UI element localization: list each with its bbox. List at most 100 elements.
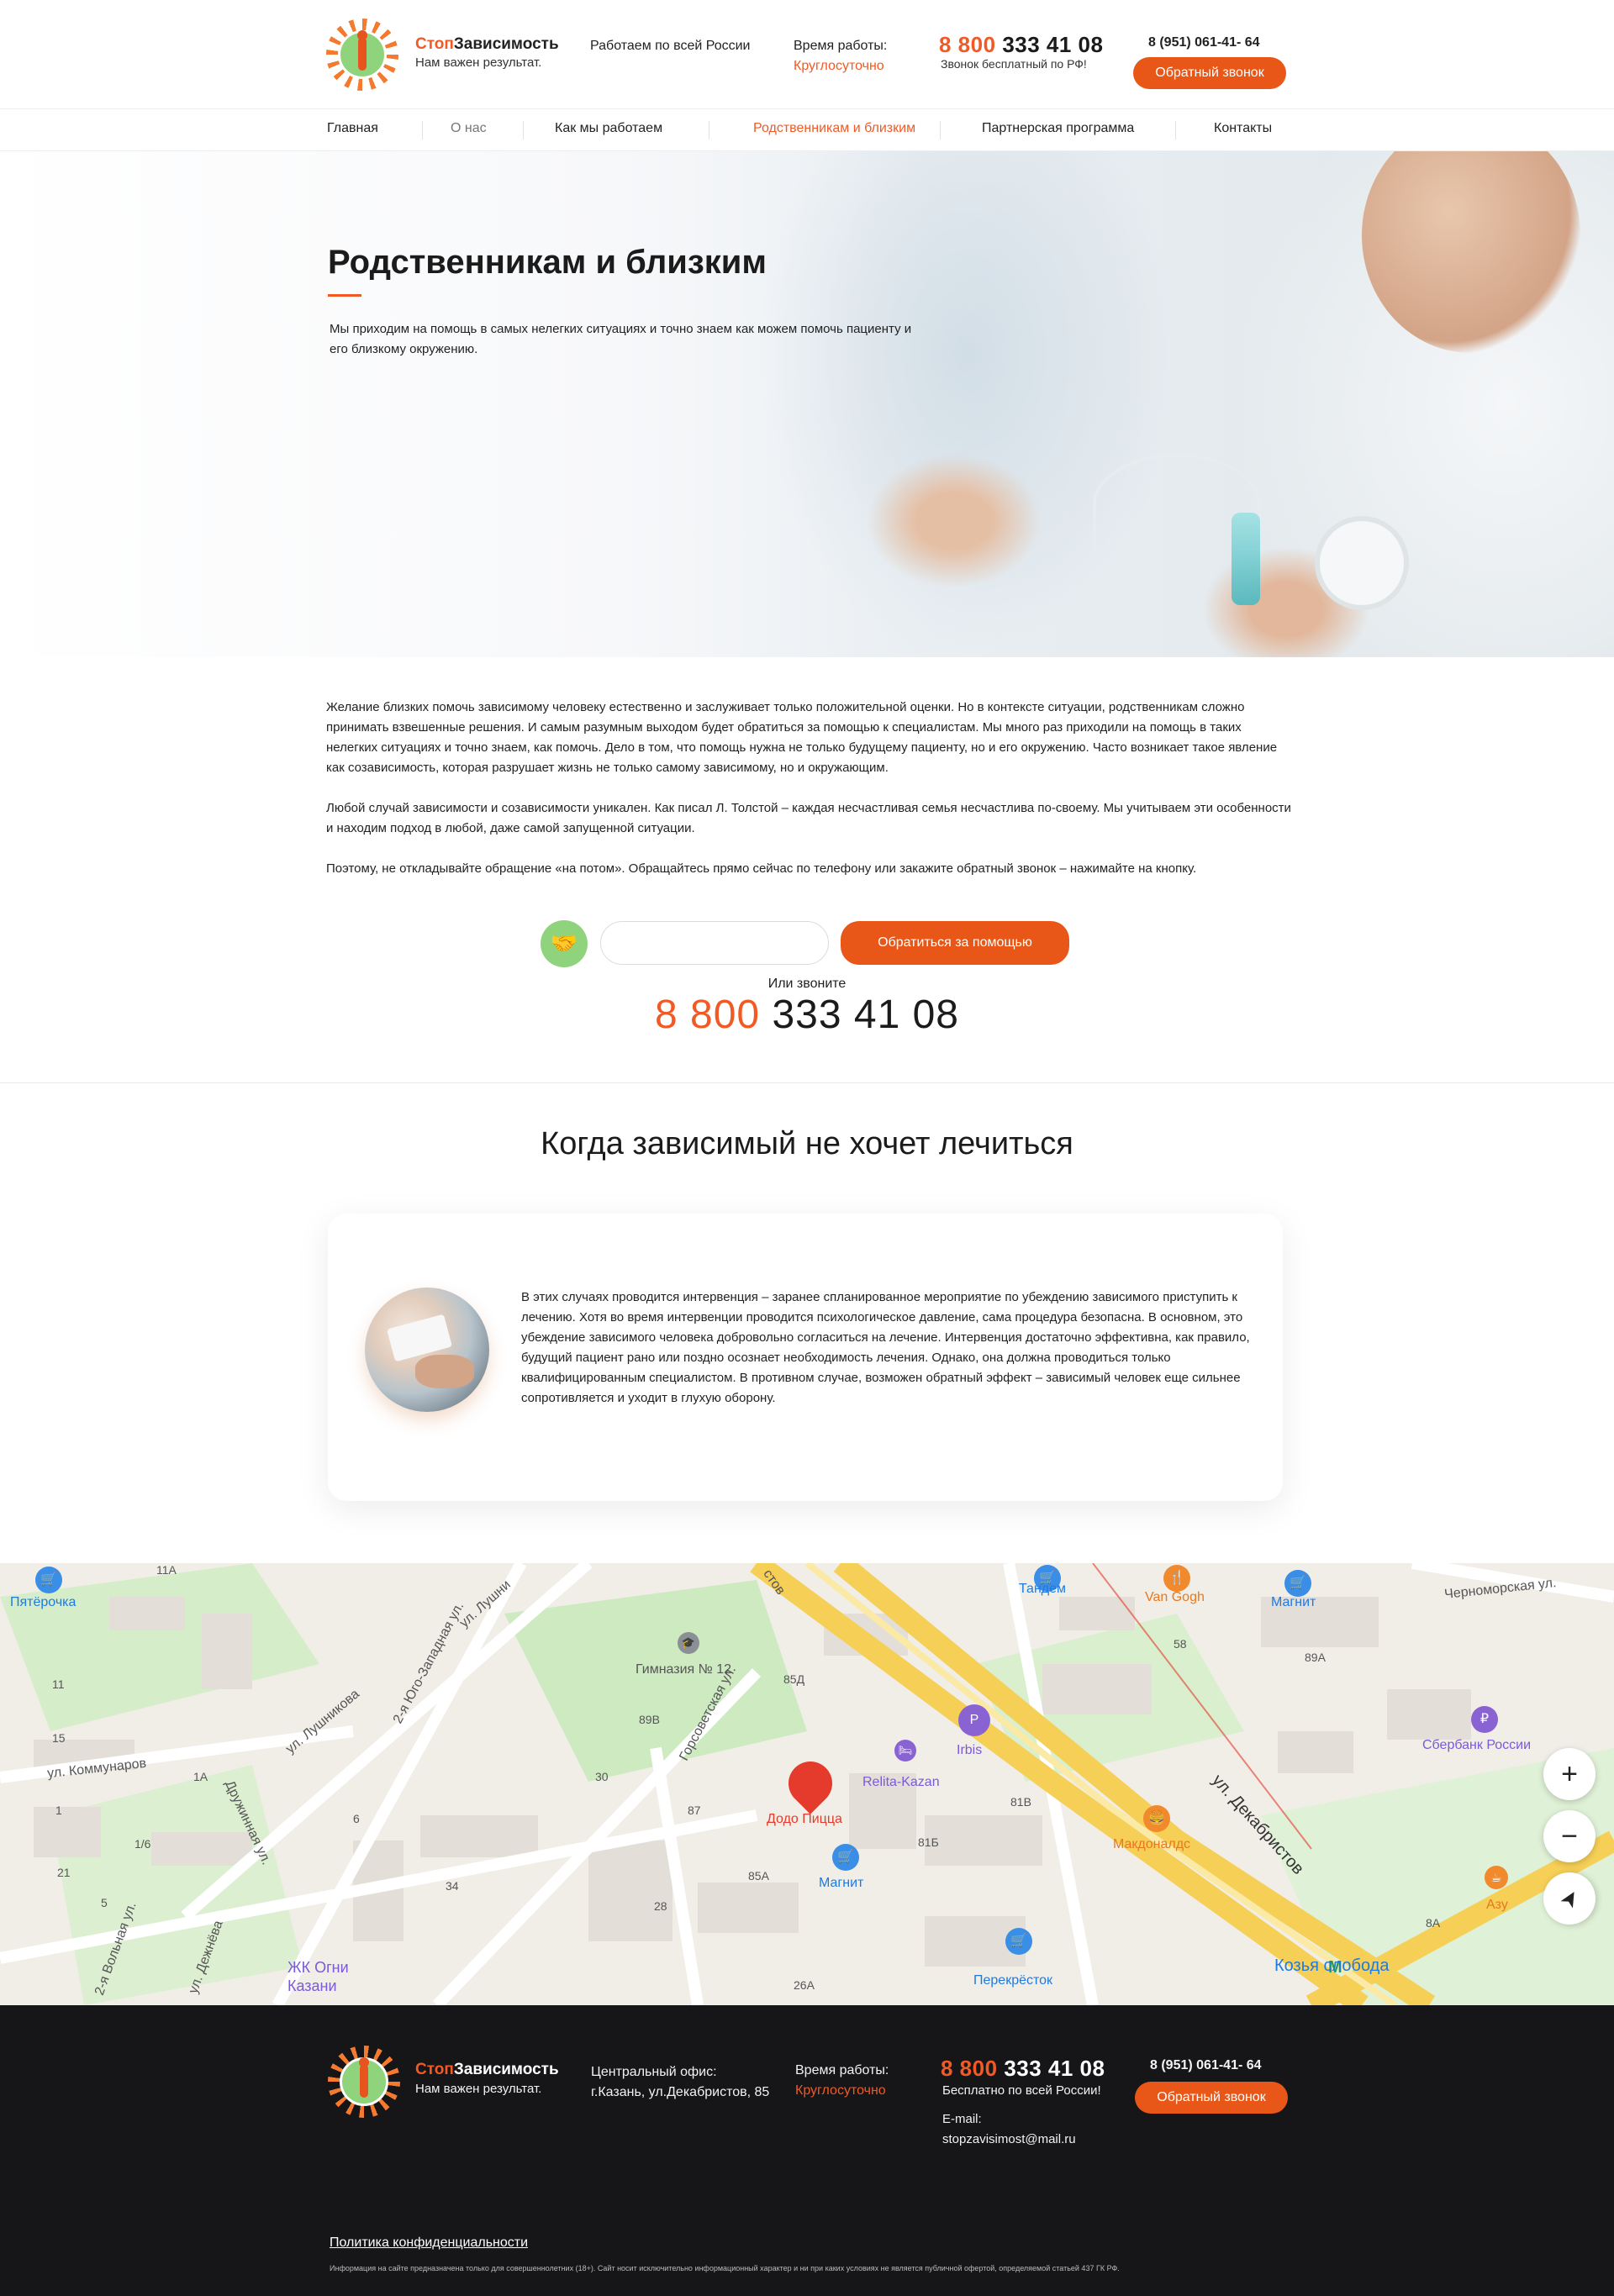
zoom-out-button[interactable]: −	[1543, 1810, 1596, 1862]
poi-kozya-sloboda[interactable]: Козья слобода	[1274, 1956, 1389, 1976]
footer-disclaimer: Информация на сайте предназначена только…	[330, 2264, 1120, 2272]
poi-vangogh[interactable]: Van Gogh	[1145, 1590, 1205, 1605]
poi-azu[interactable]: Азу	[1486, 1898, 1508, 1913]
footer-tagline: Нам важен результат.	[415, 2082, 542, 2096]
house-number: 26А	[794, 1978, 815, 1992]
house-number: 85А	[748, 1869, 769, 1883]
house-number: 28	[654, 1899, 667, 1913]
nav-item-partners[interactable]: Партнерская программа	[982, 121, 1134, 136]
hours-value: Круглосуточно	[794, 59, 884, 73]
nav-separator	[940, 121, 941, 140]
house-number: 81В	[1010, 1795, 1031, 1809]
house-number: 81Б	[918, 1835, 939, 1849]
nav-item-contacts[interactable]: Контакты	[1214, 121, 1272, 136]
nav-item-relatives[interactable]: Родственникам и близким	[753, 121, 915, 136]
basket-icon[interactable]: 🛒	[832, 1844, 859, 1871]
nav-separator	[523, 121, 524, 140]
poi-gymnasium[interactable]: Гимназия № 12	[636, 1662, 731, 1677]
email-link[interactable]: stopzavisimost@mail.ru	[942, 2130, 1076, 2150]
header-phone[interactable]: 8 800 333 41 08	[939, 32, 1103, 58]
footer-brand-name[interactable]: СтопЗависимость	[415, 2061, 559, 2079]
paragraph: Желание близких помочь зависимому челове…	[326, 700, 1278, 775]
main-nav: Главная О нас Как мы работаем Родственни…	[0, 109, 1614, 151]
brand-name[interactable]: СтопЗависимость	[415, 35, 559, 54]
nav-separator	[422, 121, 423, 140]
big-phone-number[interactable]: 8 800 333 41 08	[0, 992, 1614, 1038]
footer-phone[interactable]: 8 800 333 41 08	[941, 2056, 1105, 2082]
hero-banner	[0, 151, 1614, 657]
nav-separator	[1175, 121, 1176, 140]
poi-magnit-2[interactable]: Магнит	[819, 1876, 863, 1891]
burger-icon[interactable]: 🍔	[1143, 1805, 1170, 1832]
house-number: 11А	[156, 1563, 177, 1577]
paragraph: Поэтому, не откладывайте обращение «на п…	[326, 861, 1197, 876]
section-divider	[0, 1082, 1614, 1083]
title-underline	[328, 294, 361, 297]
basket-icon[interactable]: 🛒	[35, 1567, 62, 1593]
poi-dodo[interactable]: Додо Пицца	[767, 1812, 842, 1827]
card-text: В этих случаях проводится интервенция – …	[521, 1290, 1250, 1405]
school-icon[interactable]: 🎓	[678, 1632, 699, 1654]
house-number: 1	[55, 1804, 62, 1817]
map[interactable]: ул. Коммунаров ул. Лушникова 2-я Юго-Зап…	[0, 1563, 1614, 2005]
parking-icon[interactable]: P	[958, 1704, 990, 1736]
house-number: 30	[595, 1770, 609, 1783]
bed-icon[interactable]: 🛏	[894, 1740, 916, 1761]
site-header: СтопЗависимость Нам важен результат. Раб…	[0, 0, 1614, 109]
nav-item-about[interactable]: О нас	[451, 121, 487, 136]
privacy-policy-link[interactable]: Политика конфиденциальности	[330, 2235, 528, 2251]
nav-item-how-we-work[interactable]: Как мы работаем	[555, 121, 662, 136]
house-number: 6	[353, 1812, 360, 1825]
poi-sberbank[interactable]: Сбербанк России	[1422, 1738, 1531, 1753]
poi-perekrestok[interactable]: Перекрёсток	[973, 1973, 1052, 1988]
cafe-icon[interactable]: ☕	[1485, 1866, 1508, 1889]
poi-zhk[interactable]: ЖК Огни Казани	[287, 1958, 372, 1995]
house-number: 21	[57, 1866, 71, 1879]
basket-icon[interactable]: 🛒	[1005, 1928, 1032, 1955]
house-number: 34	[446, 1879, 459, 1893]
poi-pyaterochka[interactable]: Пятёрочка	[10, 1595, 76, 1610]
region-text: Работаем по всей России	[590, 39, 751, 53]
house-number: 8А	[1426, 1916, 1441, 1930]
footer-callback-button[interactable]: Обратный звонок	[1135, 2082, 1288, 2114]
poi-irbis[interactable]: Irbis	[957, 1743, 982, 1758]
office-address: г.Казань, ул.Декабристов, 85	[591, 2085, 770, 2099]
brand-tagline: Нам важен результат.	[415, 55, 542, 70]
poi-mcdonalds[interactable]: Макдоналдс	[1113, 1837, 1190, 1852]
house-number: 5	[101, 1896, 108, 1909]
handshake-icon: 🤝	[541, 920, 588, 967]
phone-note: Звонок бесплатный по РФ!	[941, 57, 1087, 71]
house-number: 1/6	[134, 1837, 151, 1851]
office-label: Центральный офис:	[591, 2065, 717, 2079]
house-number: 1А	[193, 1770, 208, 1783]
request-help-button[interactable]: Обратиться за помощью	[841, 921, 1069, 965]
email-label: E-mail:	[942, 2112, 982, 2126]
house-number: 58	[1174, 1637, 1187, 1651]
callback-button[interactable]: Обратный звонок	[1133, 57, 1286, 89]
secondary-phone[interactable]: 8 (951) 061-41- 64	[1148, 32, 1260, 54]
house-number: 85Д	[783, 1672, 805, 1686]
phone-input[interactable]	[600, 921, 829, 965]
bank-icon[interactable]: ₽	[1471, 1706, 1498, 1733]
hours-label: Время работы:	[794, 39, 888, 53]
house-number: 89В	[639, 1713, 660, 1726]
footer-hours-value: Круглосуточно	[795, 2083, 886, 2098]
house-number: 11	[52, 1677, 65, 1691]
section-title: Когда зависимый не хочет лечиться	[541, 1126, 1073, 1161]
poi-magnit[interactable]: Магнит	[1271, 1595, 1316, 1610]
hero-stethoscope	[1320, 521, 1404, 605]
footer-hours-label: Время работы:	[795, 2063, 889, 2077]
poi-relita[interactable]: Relita-Kazan	[862, 1775, 940, 1790]
poi-tandem[interactable]: Тандем	[1019, 1582, 1066, 1597]
logo-icon[interactable]	[326, 18, 398, 91]
hero-hand	[866, 454, 1042, 588]
fork-icon[interactable]: 🍴	[1163, 1565, 1190, 1592]
footer-secondary-phone[interactable]: 8 (951) 061-41- 64	[1150, 2056, 1262, 2076]
nav-item-home[interactable]: Главная	[327, 121, 378, 136]
zoom-in-button[interactable]: +	[1543, 1748, 1596, 1800]
footer-logo-icon[interactable]	[328, 2046, 400, 2118]
basket-icon[interactable]: 🛒	[1284, 1570, 1311, 1597]
or-call-label: Или звоните	[767, 977, 847, 991]
intro-text: Желание близких помочь зависимому челове…	[326, 698, 1293, 899]
house-number: 87	[688, 1804, 701, 1817]
